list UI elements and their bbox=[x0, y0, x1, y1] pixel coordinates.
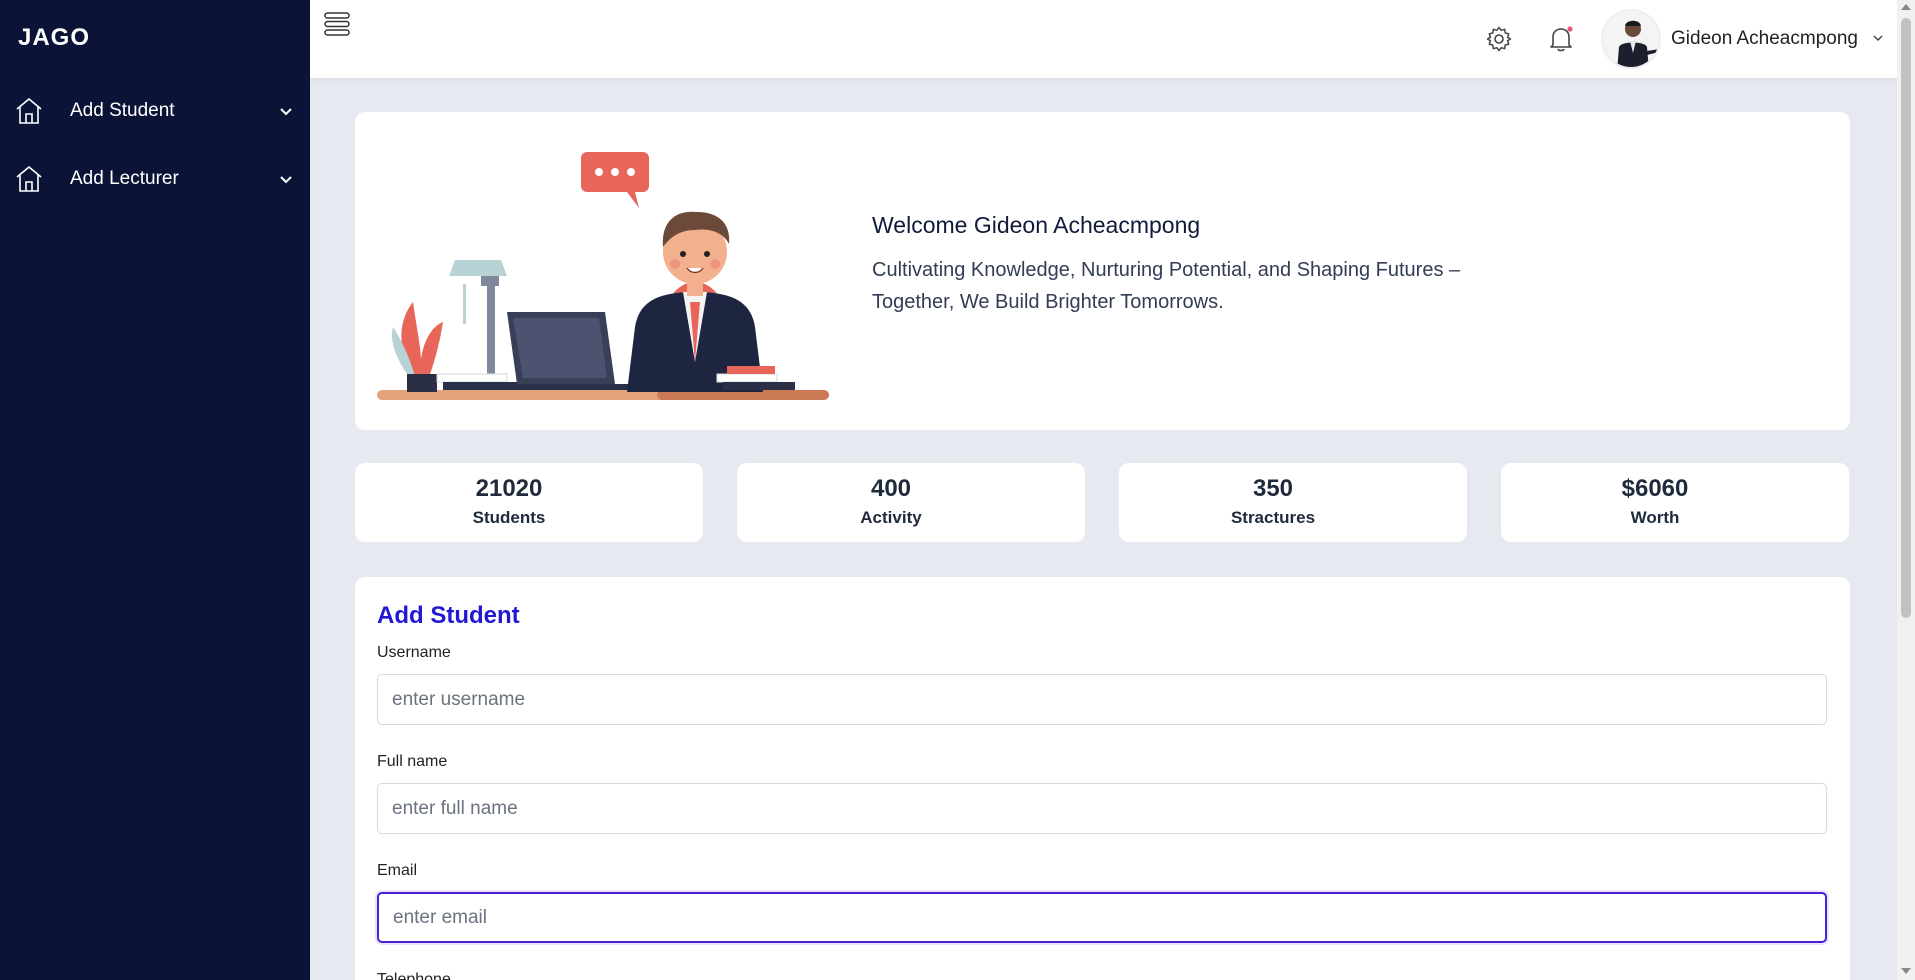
user-photo bbox=[1603, 11, 1659, 67]
full-name-label: Full name bbox=[377, 753, 448, 770]
stat-label: Stractures bbox=[1230, 508, 1316, 527]
chevron-down-icon[interactable] bbox=[1872, 32, 1884, 44]
chevron-down-icon bbox=[280, 108, 292, 116]
menu-toggle-icon[interactable] bbox=[323, 10, 351, 38]
stat-card-students: 21020 Students bbox=[355, 463, 703, 542]
scroll-down-arrow[interactable] bbox=[1901, 968, 1911, 974]
username-label: Username bbox=[377, 644, 451, 661]
scroll-thumb[interactable] bbox=[1901, 18, 1911, 618]
gear-icon[interactable] bbox=[1485, 25, 1513, 53]
welcome-illustration bbox=[377, 152, 829, 400]
stat-label: Students bbox=[472, 508, 546, 527]
email-label: Email bbox=[377, 862, 418, 879]
sidebar-item-add-student[interactable]: Add Student bbox=[0, 85, 310, 137]
stat-card-stractures: 350 Stractures bbox=[1119, 463, 1467, 542]
user-name[interactable]: Gideon Acheacmpong bbox=[1671, 28, 1858, 50]
stat-value: 350 bbox=[1252, 475, 1294, 502]
welcome-title: Welcome Gideon Acheacmpong bbox=[872, 212, 1201, 238]
sidebar-item-add-lecturer[interactable]: Add Lecturer bbox=[0, 153, 310, 205]
scroll-up-arrow[interactable] bbox=[1901, 4, 1911, 10]
stat-value: $6060 bbox=[1621, 475, 1689, 502]
home-icon bbox=[16, 98, 42, 124]
stat-card-activity: 400 Activity bbox=[737, 463, 1085, 542]
stat-card-worth: $6060 Worth bbox=[1501, 463, 1849, 542]
sidebar-item-label: Add Lecturer bbox=[70, 168, 179, 189]
stat-label: Activity bbox=[860, 508, 922, 527]
stat-value: 21020 bbox=[475, 475, 543, 502]
welcome-text: Cultivating Knowledge, Nurturing Potenti… bbox=[872, 259, 1461, 313]
full-name-field[interactable] bbox=[377, 783, 1827, 834]
brand-logo[interactable]: JAGO bbox=[18, 24, 90, 52]
chevron-down-icon bbox=[280, 176, 292, 184]
username-field[interactable] bbox=[377, 674, 1827, 725]
form-title: Add Student bbox=[377, 602, 520, 629]
sidebar-item-label: Add Student bbox=[70, 100, 175, 121]
sidebar: JAGO Add Student Add Lecturer bbox=[0, 0, 310, 980]
stat-label: Worth bbox=[1630, 508, 1680, 527]
avatar[interactable] bbox=[1601, 9, 1661, 69]
home-icon bbox=[16, 166, 42, 192]
email-field[interactable] bbox=[377, 892, 1827, 943]
stat-value: 400 bbox=[870, 475, 912, 502]
telephone-label: Telephone bbox=[377, 971, 451, 980]
topbar: Gideon Acheacmpong bbox=[310, 0, 1897, 78]
add-student-form: Add Student Username Full name Email Tel… bbox=[355, 577, 1850, 980]
scrollbar[interactable] bbox=[1897, 0, 1915, 980]
welcome-card: Welcome Gideon Acheacmpong Cultivating K… bbox=[355, 112, 1850, 430]
notification-dot bbox=[1567, 26, 1573, 32]
bell-icon[interactable] bbox=[1547, 24, 1575, 54]
